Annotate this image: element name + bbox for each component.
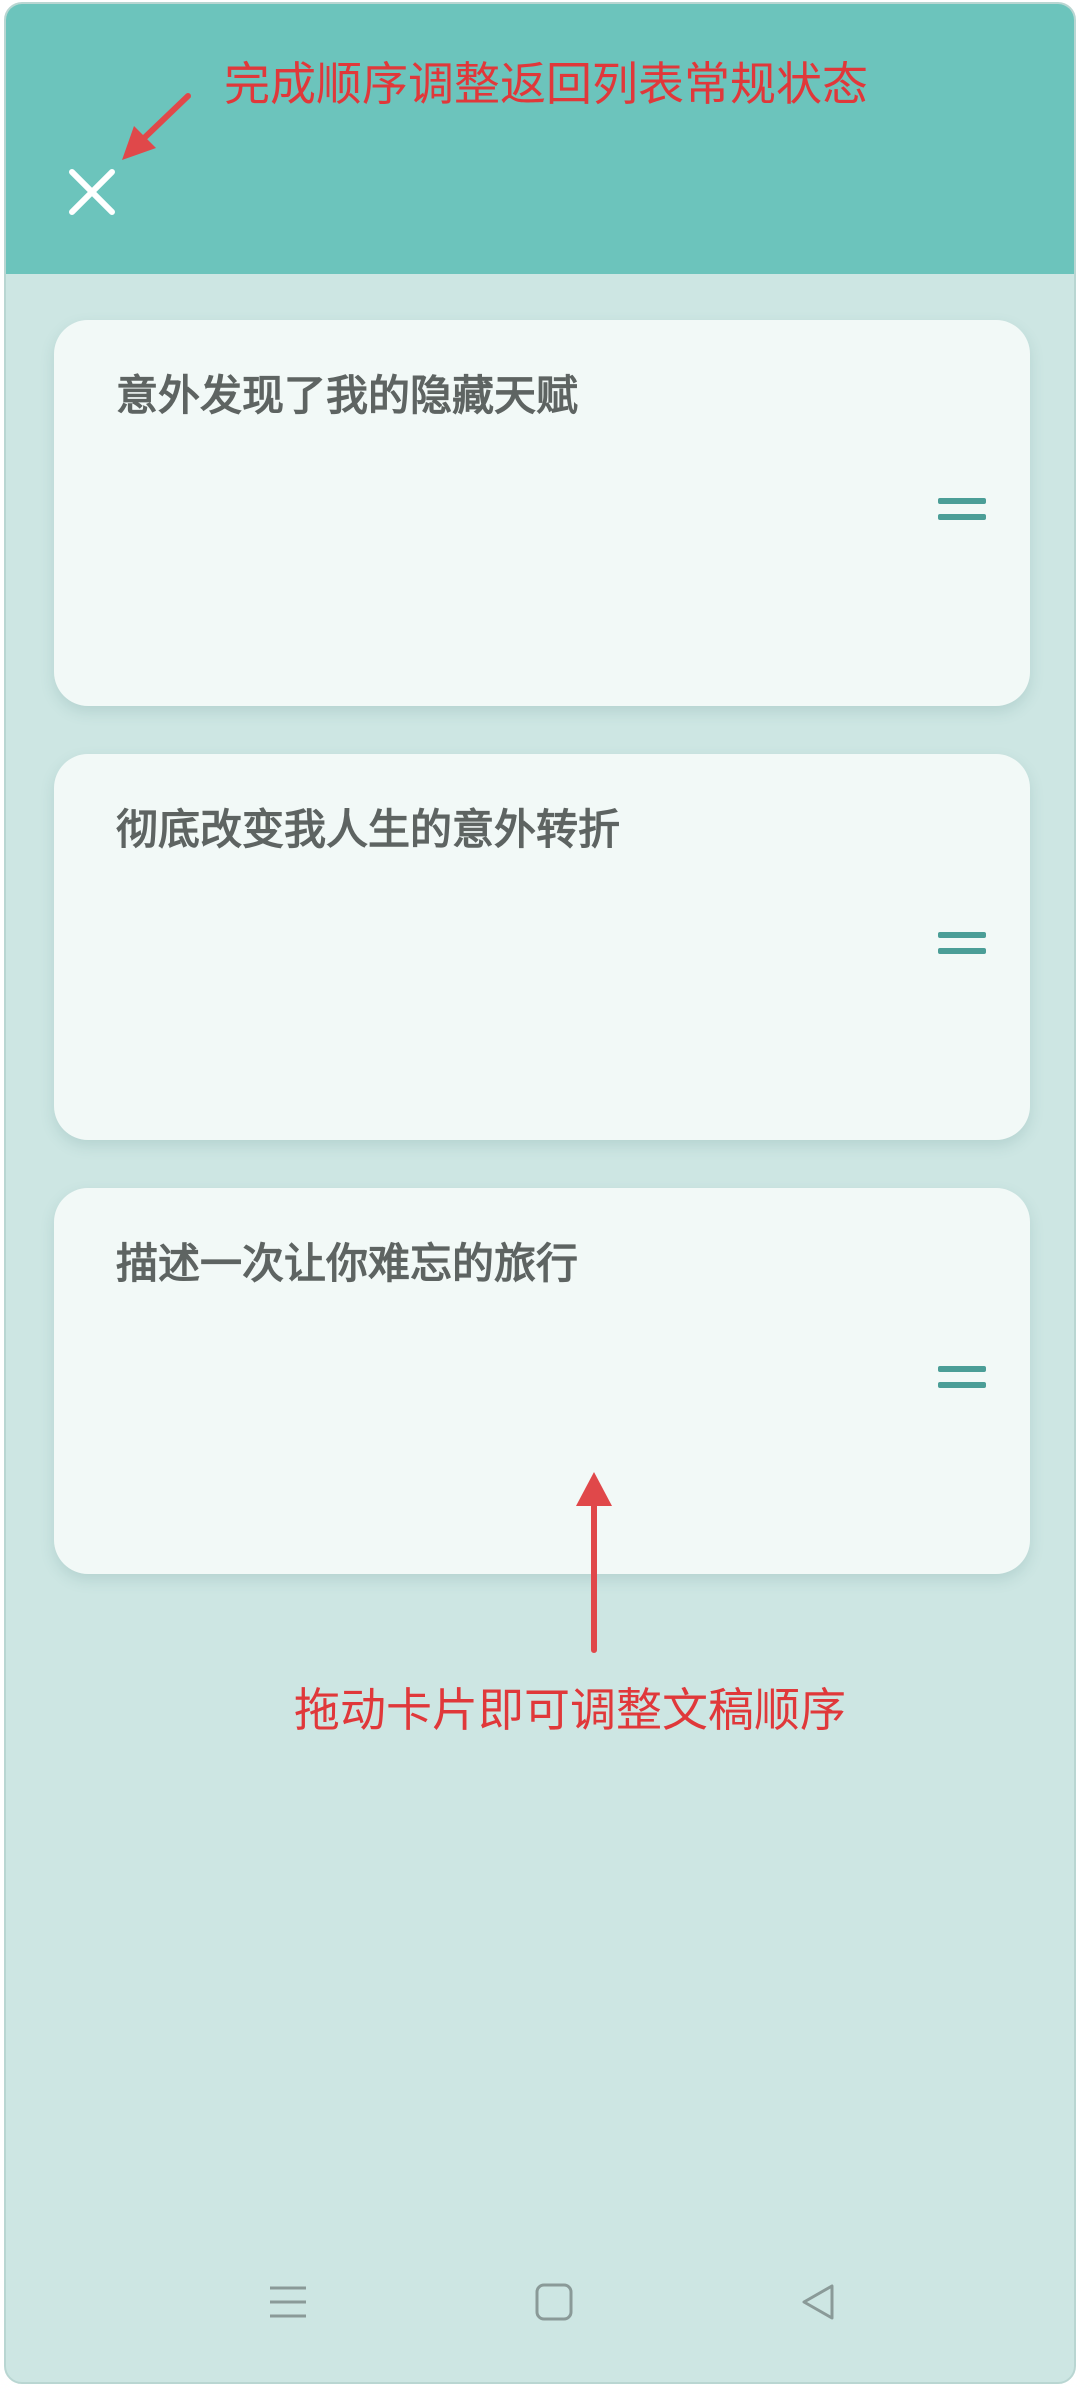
top-annotation: 完成顺序调整返回列表常规状态 [224,57,868,111]
draft-card[interactable]: 意外发现了我的隐藏天赋 [54,320,1030,706]
back-icon [802,2284,834,2320]
card-title: 意外发现了我的隐藏天赋 [116,371,579,420]
card-title: 描述一次让你难忘的旅行 [116,1239,579,1288]
menu-icon [270,2286,306,2318]
draft-card[interactable]: 描述一次让你难忘的旅行 [54,1188,1030,1574]
nav-menu-button[interactable] [258,2272,318,2332]
drag-handle-icon[interactable] [938,932,986,958]
card-title: 彻底改变我人生的意外转折 [116,805,621,854]
close-button[interactable] [64,164,120,220]
draft-card[interactable]: 彻底改变我人生的意外转折 [54,754,1030,1140]
app-screen: 意外发现了我的隐藏天赋 彻底改变我人生的意外转折 描述一次让你难忘的旅行 [4,2,1076,2384]
home-icon [535,2283,573,2321]
nav-back-button[interactable] [788,2272,848,2332]
bottom-annotation: 拖动卡片即可调整文稿顺序 [294,1683,846,1737]
close-icon [69,169,115,215]
drag-handle-icon[interactable] [938,498,986,524]
top-bar [6,4,1074,274]
drag-handle-icon[interactable] [938,1366,986,1392]
system-nav-bar [6,2252,1074,2382]
nav-home-button[interactable] [524,2272,584,2332]
